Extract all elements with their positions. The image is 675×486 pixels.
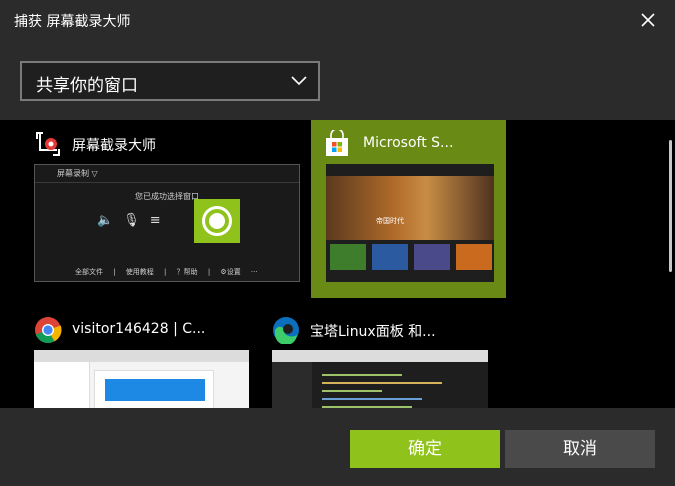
cancel-button[interactable]: 取消 [505,430,655,468]
window-thumbnail: 屏幕录制 ▽ 您已成功选择窗口 🔈🎙≡ 全部文件 | 使用教程 | ？帮助 | … [34,164,300,282]
thumb-hero-label: 帝国时代 [376,217,404,225]
thumb-panel [94,370,214,408]
window-item-header: 宝塔Linux面板 和... [258,306,508,350]
title-bar: 捕获 屏幕截录大师 [0,0,675,40]
window-item-edge[interactable]: 宝塔Linux面板 和... [258,306,508,408]
thumb-code-line [322,398,422,400]
chevron-down-icon [291,76,307,86]
dialog-footer: 确定 取消 [0,408,675,486]
capture-app-icon [36,132,60,156]
thumb-tile [456,244,492,270]
window-item-title: 屏幕截录大师 [72,138,156,154]
window-list[interactable]: 屏幕截录大师 屏幕录制 ▽ 您已成功选择窗口 🔈🎙≡ 全部文件 | 使用教程 |… [0,120,675,408]
window-item-title: 宝塔Linux面板 和... [310,324,436,340]
thumb-titlebar: 屏幕录制 ▽ [35,165,299,183]
microsoft-store-icon [326,130,348,156]
window-item-title: Microsoft S... [363,135,454,151]
window-item-microsoft-store[interactable]: Microsoft S... 帝国时代 [311,120,506,298]
thumb-audio-icons: 🔈🎙≡ [97,213,171,228]
close-icon [641,13,655,27]
thumb-center-text: 您已成功选择窗口 [135,192,199,201]
thumb-browser-bar [34,350,249,362]
thumb-tiles [330,244,492,270]
window-thumbnail [34,350,249,408]
thumb-sidebar [272,362,312,408]
record-button-preview [194,199,240,243]
window-item-chrome[interactable]: visitor146428 | C... [20,306,255,408]
window-item-title: visitor146428 | C... [72,321,206,337]
edge-icon [273,317,299,344]
chrome-icon [35,317,62,344]
thumb-code-line [322,382,442,384]
thumb-browser-bar [272,350,488,362]
thumb-panel-bar [105,379,205,401]
thumb-app-name: 屏幕录制 ▽ [57,169,98,178]
thumb-tile [372,244,408,270]
scrollbar-thumb[interactable] [669,140,672,272]
close-button[interactable] [637,9,659,31]
window-item-capture-app[interactable]: 屏幕截录大师 屏幕录制 ▽ 您已成功选择窗口 🔈🎙≡ 全部文件 | 使用教程 |… [20,120,310,298]
window-item-header: 屏幕截录大师 [20,120,310,164]
source-select[interactable]: 共享你的窗口 [20,61,320,101]
thumb-hero-banner: 帝国时代 [326,176,494,240]
window-title: 捕获 屏幕截录大师 [14,14,131,30]
window-thumbnail [272,350,488,408]
thumb-code-line [322,390,382,392]
thumb-footer: 全部文件 | 使用教程 | ？帮助 | ⚙设置 ··· [75,268,258,276]
thumb-tile [414,244,450,270]
window-item-header: Microsoft S... [311,120,506,164]
record-dot-icon [209,213,225,229]
thumb-tile [330,244,366,270]
window-thumbnail: 帝国时代 [326,164,494,282]
ok-button[interactable]: 确定 [350,430,500,468]
thumb-code-line [322,374,402,376]
thumb-sidebar [34,362,90,408]
window-item-header: visitor146428 | C... [20,306,255,350]
source-select-value: 共享你的窗口 [36,76,138,96]
